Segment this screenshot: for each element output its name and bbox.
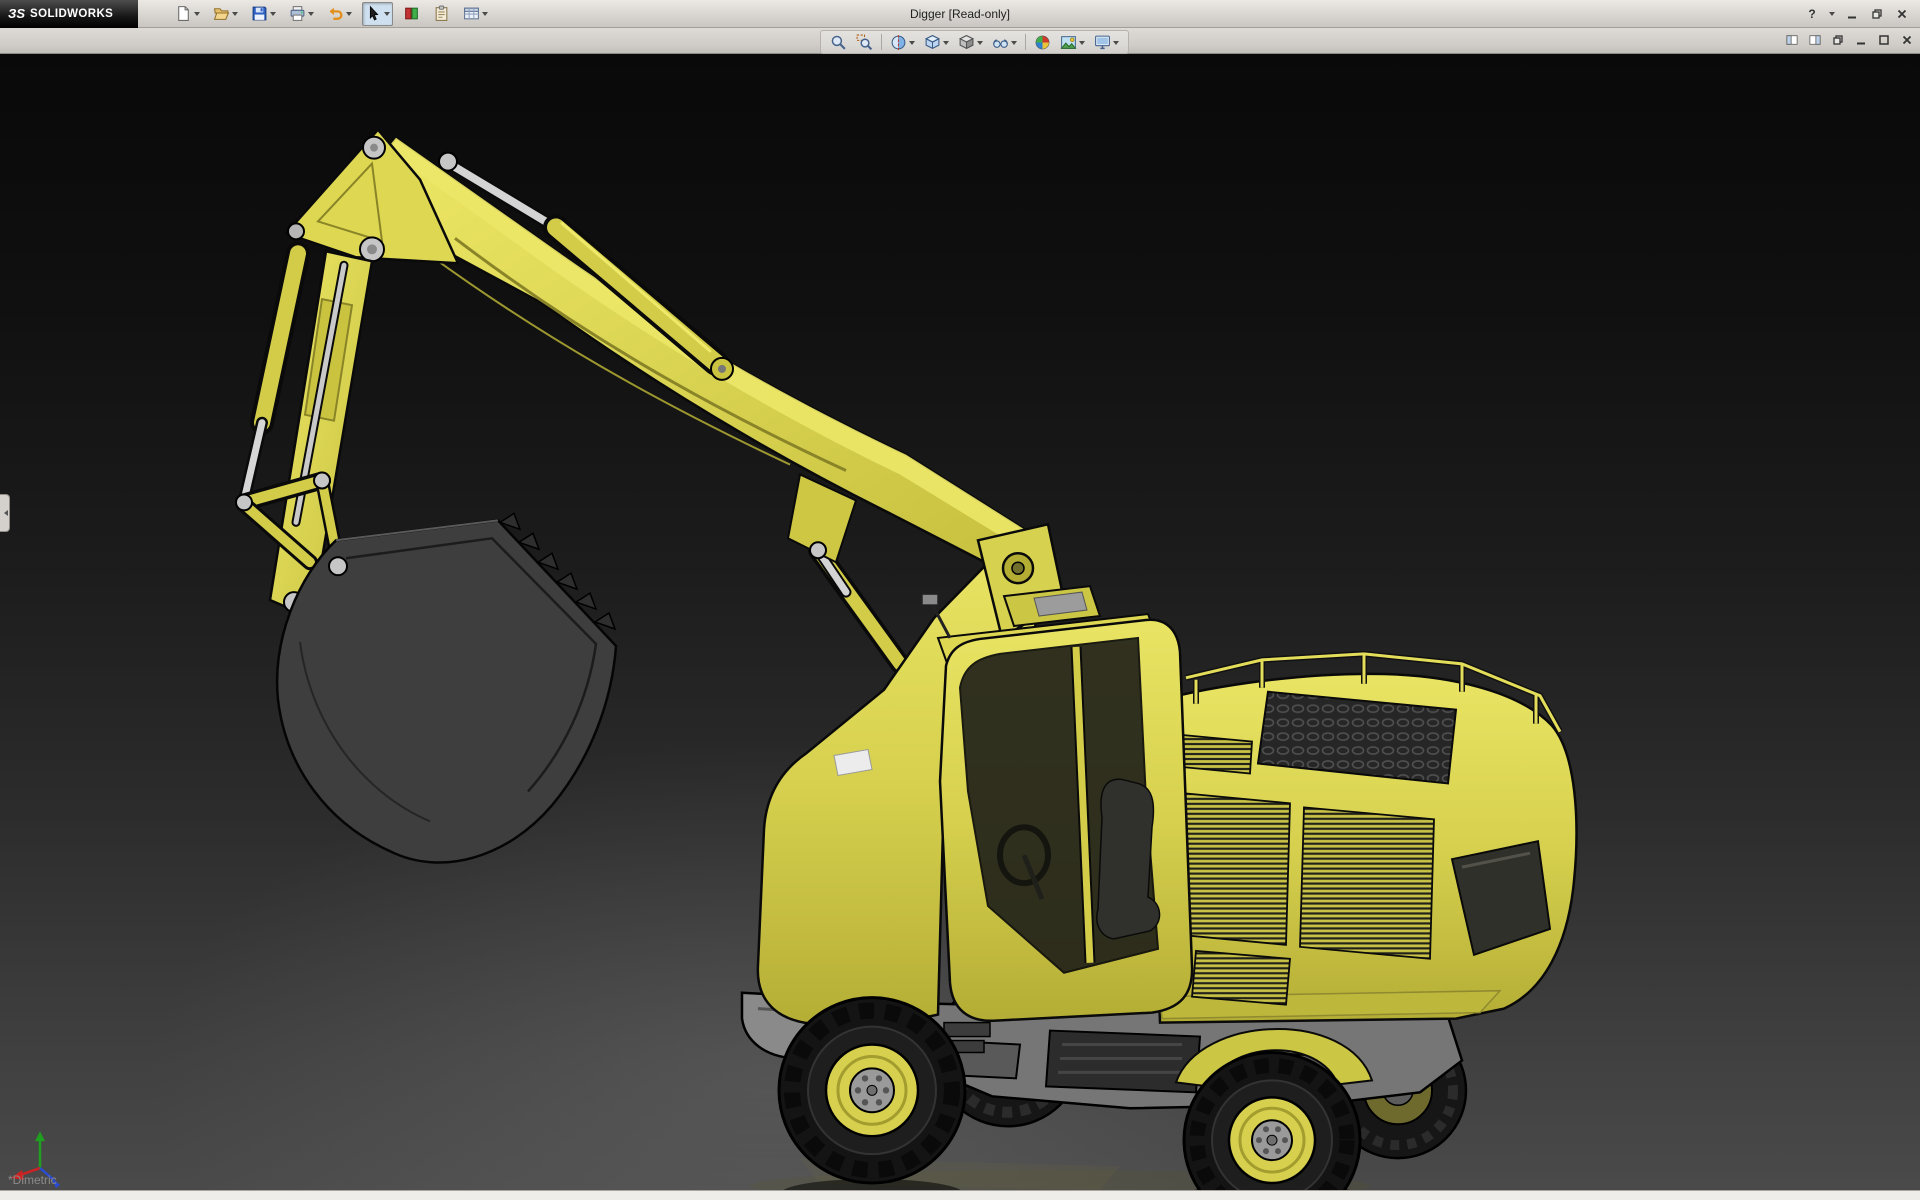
graphics-area[interactable]: *Dimetric xyxy=(0,54,1920,1190)
help-icon: ? xyxy=(1808,7,1815,21)
main-toolbar xyxy=(172,2,491,26)
section-view-icon xyxy=(890,34,907,51)
dropdown-caret-icon xyxy=(943,41,949,48)
save-icon xyxy=(251,5,268,22)
dropdown-caret-icon xyxy=(482,12,488,19)
zoom-to-area-button[interactable] xyxy=(853,31,876,53)
dropdown-caret-icon xyxy=(346,12,352,19)
help-button[interactable]: ? xyxy=(1804,6,1820,22)
edit-color-icon xyxy=(403,5,420,22)
dropdown-caret-icon xyxy=(909,41,915,48)
zoom-to-fit-button[interactable] xyxy=(827,31,850,53)
minimize-icon xyxy=(1855,34,1867,46)
properties-button[interactable] xyxy=(430,2,453,26)
save-button[interactable] xyxy=(248,2,279,26)
solidworks-logo: ЗS SOLIDWORKS xyxy=(0,0,138,28)
collapse-arrow-icon xyxy=(1,510,8,516)
view-orientation-button[interactable] xyxy=(921,31,952,53)
pane-right-icon xyxy=(1809,34,1821,46)
status-strip xyxy=(0,1190,1920,1200)
zoom-to-fit-icon xyxy=(830,34,847,51)
dropdown-caret-icon xyxy=(1011,41,1017,48)
titlebar: ЗS SOLIDWORKS xyxy=(0,0,1920,28)
heads-up-toolbar xyxy=(820,30,1129,54)
section-view-button[interactable] xyxy=(887,31,918,53)
view-settings-button[interactable] xyxy=(1091,31,1122,53)
minimize-button[interactable] xyxy=(1844,6,1860,22)
dropdown-caret-icon xyxy=(270,12,276,19)
select-button[interactable] xyxy=(362,2,393,26)
feature-tree-collapse-tab[interactable] xyxy=(0,494,10,532)
select-cursor-icon xyxy=(365,5,382,22)
edit-color-button[interactable] xyxy=(400,2,423,26)
doc-minimize-button[interactable] xyxy=(1853,32,1868,47)
minimize-icon xyxy=(1846,8,1858,20)
close-icon xyxy=(1896,8,1908,20)
view-settings-icon xyxy=(1094,34,1111,51)
window-title: Digger [Read-only] xyxy=(910,7,1010,21)
edit-appearance-sphere-icon xyxy=(1034,34,1051,51)
help-caret-icon xyxy=(1829,12,1835,19)
dropdown-caret-icon xyxy=(1079,41,1085,48)
brand-text: SOLIDWORKS xyxy=(30,8,113,20)
view-orientation-cube-icon xyxy=(924,34,941,51)
doc-restore-button[interactable] xyxy=(1830,32,1845,47)
boom-lift-cylinder[interactable] xyxy=(818,550,900,664)
hide-show-glasses-icon xyxy=(992,34,1009,51)
undo-icon xyxy=(327,5,344,22)
solidworks-window: ЗS SOLIDWORKS xyxy=(0,0,1920,1200)
undo-button[interactable] xyxy=(324,2,355,26)
toolbar-separator xyxy=(1025,34,1026,50)
options-sheet-button[interactable] xyxy=(460,2,491,26)
restore-button[interactable] xyxy=(1869,6,1885,22)
view-orientation-label: *Dimetric xyxy=(8,1173,57,1187)
pane-left-button[interactable] xyxy=(1784,32,1799,47)
model-canvas[interactable] xyxy=(0,54,1920,1190)
display-style-button[interactable] xyxy=(955,31,986,53)
dropdown-caret-icon xyxy=(1113,41,1119,48)
edit-appearance-button[interactable] xyxy=(1031,31,1054,53)
new-document-button[interactable] xyxy=(172,2,203,26)
toolbar-separator xyxy=(881,34,882,50)
maximize-icon xyxy=(1878,34,1890,46)
display-style-icon xyxy=(958,34,975,51)
close-button[interactable] xyxy=(1894,6,1910,22)
new-document-icon xyxy=(175,5,192,22)
document-window-controls xyxy=(1784,32,1914,47)
restore-down-icon xyxy=(1832,34,1844,46)
dropdown-caret-icon xyxy=(308,12,314,19)
doc-maximize-button[interactable] xyxy=(1876,32,1891,47)
zoom-to-area-icon xyxy=(856,34,873,51)
apply-scene-button[interactable] xyxy=(1057,31,1088,53)
titlebar-controls: ? xyxy=(1804,6,1920,22)
pane-left-icon xyxy=(1786,34,1798,46)
dropdown-caret-icon xyxy=(384,12,390,19)
brand-mark-icon: ЗS xyxy=(8,6,25,21)
properties-clipboard-icon xyxy=(433,5,450,22)
options-sheet-icon xyxy=(463,5,480,22)
hide-show-items-button[interactable] xyxy=(989,31,1020,53)
doc-close-button[interactable] xyxy=(1899,32,1914,47)
front-wheel[interactable] xyxy=(779,998,965,1183)
dropdown-caret-icon xyxy=(194,12,200,19)
cab[interactable] xyxy=(922,586,1192,1021)
open-icon xyxy=(213,5,230,22)
close-icon xyxy=(1901,34,1913,46)
dropdown-caret-icon xyxy=(232,12,238,19)
pane-right-button[interactable] xyxy=(1807,32,1822,47)
heads-up-row xyxy=(0,28,1920,54)
open-button[interactable] xyxy=(210,2,241,26)
print-button[interactable] xyxy=(286,2,317,26)
restore-icon xyxy=(1871,8,1883,20)
bucket[interactable] xyxy=(277,513,616,862)
print-icon xyxy=(289,5,306,22)
apply-scene-icon xyxy=(1060,34,1077,51)
dropdown-caret-icon xyxy=(977,41,983,48)
